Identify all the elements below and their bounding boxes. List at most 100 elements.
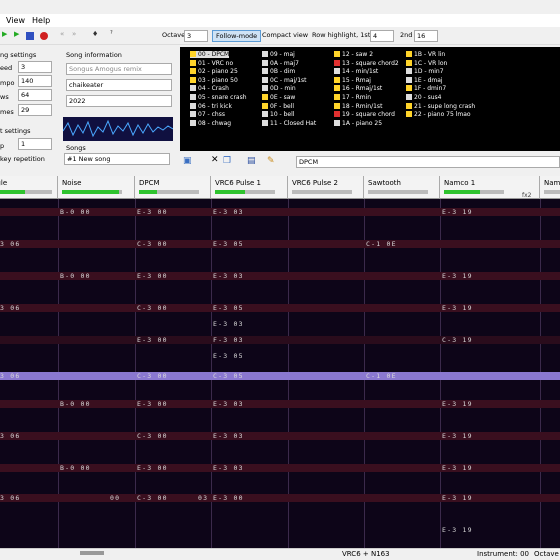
pattern-row[interactable] [0,304,560,312]
horizontal-scrollbar[interactable] [80,551,104,555]
note-cell[interactable]: E-3 05 [213,352,244,360]
new-instrument-icon[interactable]: ▣ [183,156,192,166]
note-cell[interactable]: F-3 03 [213,336,244,344]
remove-instrument-icon[interactable]: ✕ [211,155,219,165]
note-cell[interactable]: E-3 00 [137,208,168,216]
note-cell[interactable]: C-3 05 [213,372,244,380]
instrument-item[interactable]: 0A - maj7 [262,59,299,67]
channel-header[interactable]: DPCM [135,176,211,199]
instrument-item[interactable]: 14 - min/1st [334,68,378,75]
instrument-item[interactable]: 03 - piano 50 [190,76,238,84]
instrument-item[interactable]: 1C - VR lon [406,59,447,67]
previous-track-icon[interactable]: « [60,30,70,40]
compact-view-toggle[interactable]: Compact view [262,31,308,39]
pattern-editor[interactable]: ngle Noise DPCM VRC6 Pulse 1 VRC6 Pulse 2 Saw… [0,176,560,548]
channel-header[interactable]: VRC6 Pulse 1 [211,176,288,199]
note-cell[interactable]: E-3 19 [442,432,473,440]
note-cell[interactable]: E-3 03 [213,464,244,472]
song-name-field[interactable]: Songus Amogus remix [66,63,172,75]
instrument-item[interactable]: 01 - VRC no [190,59,233,67]
note-cell[interactable]: E-3 05 [213,304,244,312]
note-cell[interactable]: C-3 00 [137,240,168,248]
tempo-field[interactable]: 140 [18,75,52,87]
instrument-item[interactable]: 10 - bell [262,111,294,118]
instrument-item[interactable]: 02 - piano 25 [190,68,238,75]
instrument-item[interactable]: 1F - dmin7 [406,85,446,92]
play-icon[interactable]: ▶ [2,30,12,40]
note-cell[interactable]: C-3 00 [137,494,168,502]
follow-mode-button[interactable]: Follow-mode [212,30,262,42]
play-pattern-icon[interactable]: ▶ [14,30,24,40]
note-cell[interactable]: E-3 05 [213,240,244,248]
instrument-item[interactable]: 07 - chss [190,111,225,118]
song-author-field[interactable]: chaikeater [66,79,172,91]
instrument-item[interactable]: 06 - tri kick [190,102,232,110]
note-cell[interactable]: E-3 03 [213,320,244,328]
octave-select[interactable]: 3 [184,30,208,42]
pattern-row[interactable] [0,432,560,440]
instrument-item[interactable]: 17 - Rmin [334,94,371,101]
note-cell[interactable]: C-3 00 [137,432,168,440]
note-cell[interactable]: B-0 00 [60,400,91,408]
note-cell[interactable]: E-3 19 [442,272,473,280]
instrument-item[interactable]: 0B - dim [262,68,295,75]
next-track-icon[interactable]: » [72,30,82,40]
stop-icon[interactable] [26,32,34,40]
note-cell[interactable]: 3 06 [0,304,20,312]
channel-header[interactable]: Noise [58,176,135,199]
instrument-item[interactable]: 09 - maj [262,51,295,58]
instrument-item[interactable]: 16 - Rmaj/1st [334,85,382,92]
note-cell[interactable]: E-3 00 [137,464,168,472]
pattern-row[interactable] [0,240,560,248]
note-cell[interactable]: B-0 00 [60,464,91,472]
note-cell[interactable]: C-1 0E [366,240,397,248]
note-cell[interactable]: 00 [110,494,120,502]
channel-header[interactable]: Sawtooth [364,176,440,199]
save-instrument-icon[interactable]: ▤ [247,156,256,166]
note-cell[interactable]: E-3 03 [213,432,244,440]
key-repetition-checkbox[interactable]: key repetition [0,155,45,163]
note-cell[interactable]: B-0 00 [60,272,91,280]
note-cell[interactable]: E-3 19 [442,208,473,216]
instrument-item[interactable]: 0E - saw [262,94,295,101]
instrument-item[interactable]: 05 - snare crash [190,94,247,101]
instrument-item[interactable]: 0C - maj/1st [262,76,307,84]
note-cell[interactable]: 3 06 [0,494,20,502]
song-year-field[interactable]: 2022 [66,95,172,107]
note-cell[interactable]: C-3 00 [137,372,168,380]
step-field[interactable]: 1 [18,138,52,150]
settings-icon[interactable]: ♦ [92,30,102,40]
note-cell[interactable]: 3 06 [0,432,20,440]
instrument-item[interactable]: 20 - sus4 [406,94,442,101]
rows-field[interactable]: 64 [18,89,52,101]
note-cell[interactable]: E-3 03 [213,400,244,408]
note-cell[interactable]: E-3 00 [137,336,168,344]
instrument-item[interactable]: 22 - piano 75 lmao [406,111,471,118]
record-icon[interactable] [40,32,48,40]
note-cell[interactable]: 3 06 [0,372,20,380]
instrument-item[interactable]: 0D - min [262,85,296,92]
song-select[interactable]: #1 New song [64,153,170,165]
instrument-item[interactable]: 1D - min7 [406,68,444,75]
note-cell[interactable]: E-3 03 [213,272,244,280]
instrument-item[interactable]: 1B - VR lin [406,51,445,58]
instrument-item[interactable]: 00 - DPCM [190,51,230,58]
instrument-item[interactable]: 11 - Closed Hat [262,119,316,127]
instrument-item[interactable]: 19 - square chord [334,111,395,118]
note-cell[interactable]: 03 [198,494,208,502]
note-cell[interactable]: C-3 00 [137,304,168,312]
instrument-name-field[interactable]: DPCM [296,156,560,168]
row-highlight-field[interactable]: 4 [370,30,394,42]
speed-field[interactable]: 3 [18,61,52,73]
instrument-item[interactable]: 21 - supe long crash [406,102,475,110]
instrument-item[interactable]: 08 - chwag [190,119,231,127]
note-cell[interactable]: E-3 19 [442,400,473,408]
menu-view[interactable]: View [6,16,25,25]
instrument-item[interactable]: 0F - bell [262,102,294,110]
clone-instrument-icon[interactable]: ❐ [223,156,231,166]
note-cell[interactable]: E-3 00 [213,494,244,502]
instrument-item[interactable]: 13 - square chord2 [334,59,399,67]
note-cell[interactable]: C-1 0E [366,372,397,380]
note-cell[interactable]: E-3 19 [442,464,473,472]
instrument-item[interactable]: 12 - saw 2 [334,51,373,58]
